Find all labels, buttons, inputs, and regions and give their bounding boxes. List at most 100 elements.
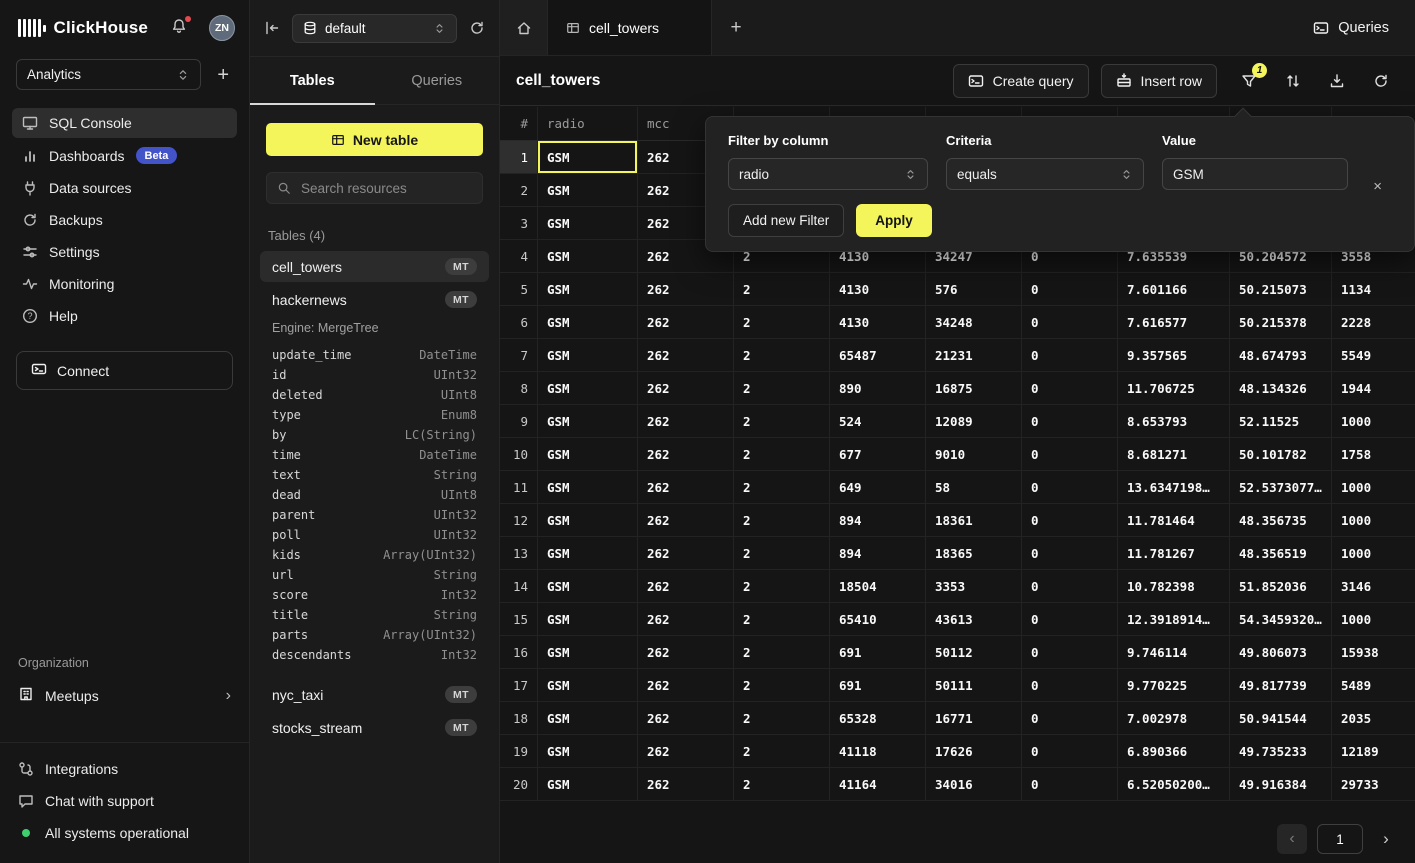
table-cell[interactable]: 1758 [1332, 438, 1415, 470]
column-header[interactable]: radio [538, 107, 638, 140]
connect-button[interactable]: Connect [16, 351, 233, 390]
table-cell[interactable]: 7.601166 [1118, 273, 1230, 305]
table-cell[interactable]: GSM [538, 405, 638, 437]
table-cell[interactable]: 2 [734, 636, 830, 668]
row-number-cell[interactable]: 2 [500, 174, 538, 206]
table-cell[interactable]: 2 [734, 669, 830, 701]
tab-queries[interactable]: Queries [375, 57, 500, 104]
table-cell[interactable]: 262 [638, 405, 734, 437]
add-filter-button[interactable]: Add new Filter [728, 204, 844, 237]
row-number-cell[interactable]: 15 [500, 603, 538, 635]
table-cell[interactable]: 2 [734, 438, 830, 470]
row-number-cell[interactable]: 17 [500, 669, 538, 701]
tab-tables[interactable]: Tables [250, 57, 375, 104]
row-number-cell[interactable]: 13 [500, 537, 538, 569]
table-cell[interactable]: 262 [638, 702, 734, 734]
table-cell[interactable]: 34248 [926, 306, 1022, 338]
new-table-button[interactable]: New table [266, 123, 483, 156]
avatar[interactable]: ZN [209, 15, 235, 41]
table-cell[interactable]: GSM [538, 339, 638, 371]
new-tab-button[interactable]: + [712, 0, 760, 55]
table-cell[interactable]: 4130 [830, 273, 926, 305]
apply-filter-button[interactable]: Apply [856, 204, 932, 237]
table-cell[interactable]: 262 [638, 603, 734, 635]
table-cell[interactable]: 0 [1022, 669, 1118, 701]
row-number-cell[interactable]: 8 [500, 372, 538, 404]
table-cell[interactable]: 6.890366 [1118, 735, 1230, 767]
table-cell[interactable]: 18365 [926, 537, 1022, 569]
column-header[interactable]: # [500, 107, 538, 140]
table-cell[interactable]: 41118 [830, 735, 926, 767]
sidebar-item-settings[interactable]: Settings [12, 237, 237, 267]
table-cell[interactable]: GSM [538, 669, 638, 701]
table-cell[interactable]: 52.11525 [1230, 405, 1332, 437]
row-number-cell[interactable]: 6 [500, 306, 538, 338]
table-cell[interactable]: 11.781267 [1118, 537, 1230, 569]
table-cell[interactable]: 5489 [1332, 669, 1415, 701]
tab-home[interactable] [500, 0, 548, 55]
table-cell[interactable]: 50.101782 [1230, 438, 1332, 470]
table-cell[interactable]: 1000 [1332, 504, 1415, 536]
insert-row-button[interactable]: Insert row [1101, 64, 1217, 98]
table-cell[interactable]: 15938 [1332, 636, 1415, 668]
table-cell[interactable]: 1000 [1332, 603, 1415, 635]
table-cell[interactable]: 0 [1022, 603, 1118, 635]
table-cell[interactable]: 48.674793 [1230, 339, 1332, 371]
table-cell[interactable]: 2 [734, 537, 830, 569]
table-cell[interactable]: GSM [538, 207, 638, 239]
table-cell[interactable]: 576 [926, 273, 1022, 305]
table-cell[interactable]: 262 [638, 570, 734, 602]
table-cell[interactable]: GSM [538, 438, 638, 470]
table-cell[interactable]: 12089 [926, 405, 1022, 437]
remove-filter-icon[interactable]: × [1373, 179, 1382, 194]
table-cell[interactable]: 894 [830, 537, 926, 569]
table-cell[interactable]: 2 [734, 702, 830, 734]
collapse-panel-icon[interactable] [264, 20, 280, 36]
table-cell[interactable]: GSM [538, 174, 638, 206]
table-cell[interactable]: 48.356735 [1230, 504, 1332, 536]
row-number-cell[interactable]: 9 [500, 405, 538, 437]
table-cell[interactable]: 5549 [1332, 339, 1415, 371]
table-cell[interactable]: 48.134326 [1230, 372, 1332, 404]
table-cell[interactable]: GSM [538, 537, 638, 569]
table-cell[interactable]: 691 [830, 669, 926, 701]
table-cell[interactable]: GSM [538, 141, 638, 173]
table-cell[interactable]: 29733 [1332, 768, 1415, 800]
table-cell[interactable]: 17626 [926, 735, 1022, 767]
table-cell[interactable]: 649 [830, 471, 926, 503]
table-cell[interactable]: 48.356519 [1230, 537, 1332, 569]
table-cell[interactable]: 18504 [830, 570, 926, 602]
table-cell[interactable]: 2 [734, 372, 830, 404]
sidebar-item-monitoring[interactable]: Monitoring [12, 269, 237, 299]
table-cell[interactable]: 11.781464 [1118, 504, 1230, 536]
table-cell[interactable]: 9010 [926, 438, 1022, 470]
filter-criteria-select[interactable]: equals [946, 158, 1144, 190]
page-indicator[interactable]: 1 [1317, 824, 1363, 854]
sidebar-item-chat-support[interactable]: Chat with support [0, 785, 249, 817]
table-cell[interactable]: 1000 [1332, 471, 1415, 503]
table-cell[interactable]: 65487 [830, 339, 926, 371]
table-cell[interactable]: 58 [926, 471, 1022, 503]
table-cell[interactable]: 0 [1022, 339, 1118, 371]
table-item-hackernews[interactable]: hackernews MT [260, 284, 489, 315]
table-cell[interactable]: GSM [538, 306, 638, 338]
table-cell[interactable]: 3353 [926, 570, 1022, 602]
table-cell[interactable]: 262 [638, 768, 734, 800]
sort-button[interactable] [1281, 69, 1305, 93]
table-cell[interactable]: GSM [538, 471, 638, 503]
table-cell[interactable]: 262 [638, 537, 734, 569]
table-cell[interactable]: 2 [734, 603, 830, 635]
table-cell[interactable]: 0 [1022, 537, 1118, 569]
table-cell[interactable]: 12189 [1332, 735, 1415, 767]
table-cell[interactable]: 50111 [926, 669, 1022, 701]
table-cell[interactable]: 1134 [1332, 273, 1415, 305]
table-cell[interactable]: 2 [734, 339, 830, 371]
table-cell[interactable]: GSM [538, 768, 638, 800]
table-cell[interactable]: 2 [734, 273, 830, 305]
table-cell[interactable]: 0 [1022, 768, 1118, 800]
refresh-tables-icon[interactable] [469, 20, 485, 36]
filter-column-select[interactable]: radio [728, 158, 928, 190]
table-cell[interactable]: 9.770225 [1118, 669, 1230, 701]
table-cell[interactable]: 43613 [926, 603, 1022, 635]
table-cell[interactable]: GSM [538, 372, 638, 404]
